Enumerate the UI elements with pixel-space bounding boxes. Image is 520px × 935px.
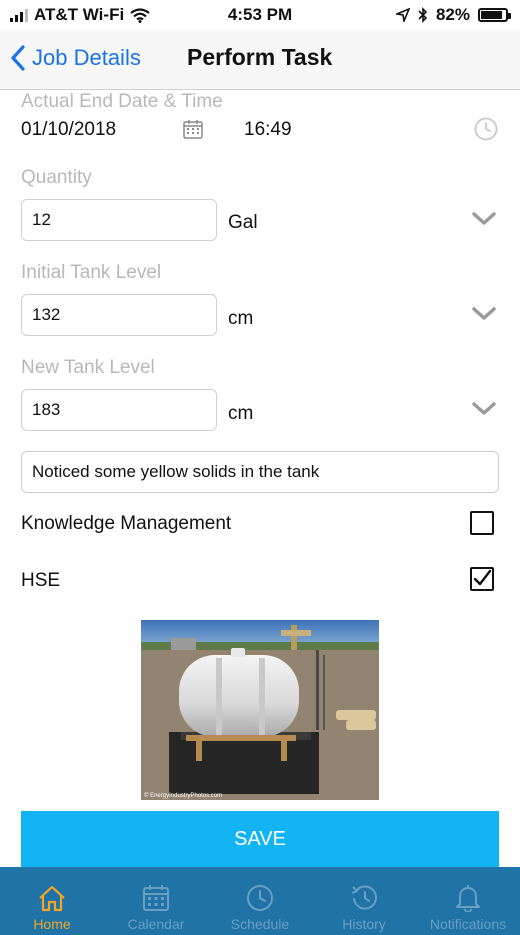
calendar-icon: [143, 885, 169, 911]
tab-label: History: [342, 916, 386, 932]
hse-checkbox[interactable]: [470, 567, 494, 591]
save-button[interactable]: SAVE: [21, 811, 499, 867]
status-right: 82%: [395, 5, 511, 25]
tab-label: Notifications: [429, 916, 507, 932]
calendar-icon[interactable]: [183, 119, 203, 139]
initial-tank-unit[interactable]: cm: [228, 308, 253, 330]
page-title: Perform Task: [187, 44, 333, 70]
chevron-down-icon[interactable]: [472, 402, 496, 416]
home-icon: [39, 885, 65, 912]
initial-tank-label: Initial Tank Level: [21, 262, 162, 283]
location-arrow-icon: [395, 8, 410, 22]
knowledge-label: Knowledge Management: [21, 513, 232, 534]
end-time-value[interactable]: 16:49: [244, 119, 292, 141]
status-bar: AT&T Wi-Fi 4:53 PM 82%: [0, 0, 520, 30]
quantity-label: Quantity: [21, 167, 92, 188]
initial-tank-input[interactable]: 132: [21, 294, 217, 336]
photo-watermark: © EnergyIndustryPhotos.com: [144, 792, 222, 799]
chevron-down-icon[interactable]: [472, 307, 496, 321]
tab-bar: Home Calendar Schedule History Notificat…: [0, 867, 520, 935]
navigation-bar: Job Details Perform Task: [0, 30, 520, 90]
clock-icon: [247, 885, 273, 911]
tab-history[interactable]: History: [312, 867, 416, 935]
tab-calendar[interactable]: Calendar: [104, 867, 208, 935]
tab-notifications[interactable]: Notifications: [416, 867, 520, 935]
knowledge-checkbox[interactable]: [470, 511, 494, 535]
clock-icon[interactable]: [474, 117, 498, 141]
notes-input[interactable]: Noticed some yellow solids in the tank: [21, 451, 499, 493]
tank-photo[interactable]: © EnergyIndustryPhotos.com: [141, 620, 379, 800]
tab-label: Schedule: [230, 916, 290, 932]
tab-label: Calendar: [127, 916, 185, 932]
new-tank-unit[interactable]: cm: [228, 403, 253, 425]
tab-label: Home: [33, 916, 71, 932]
tank-photo-image: © EnergyIndustryPhotos.com: [141, 620, 379, 800]
end-date-value[interactable]: 01/10/2018: [21, 119, 116, 141]
end-datetime-label: Actual End Date & Time: [21, 91, 223, 112]
battery-icon: [478, 8, 511, 22]
bell-icon: [456, 885, 480, 912]
history-icon: [351, 885, 377, 910]
chevron-left-icon: [11, 45, 25, 71]
hse-label: HSE: [21, 570, 61, 591]
new-tank-label: New Tank Level: [21, 357, 155, 378]
bluetooth-icon: [418, 7, 428, 23]
tab-home[interactable]: Home: [0, 867, 104, 935]
tab-schedule[interactable]: Schedule: [208, 867, 312, 935]
back-button[interactable]: Job Details: [10, 44, 141, 72]
checkmark-icon: [473, 569, 492, 586]
quantity-unit[interactable]: Gal: [228, 212, 258, 234]
back-label: Job Details: [32, 45, 141, 70]
quantity-input[interactable]: 12: [21, 199, 217, 241]
new-tank-input[interactable]: 183: [21, 389, 217, 431]
chevron-down-icon[interactable]: [472, 212, 496, 226]
battery-percent: 82%: [435, 5, 470, 24]
